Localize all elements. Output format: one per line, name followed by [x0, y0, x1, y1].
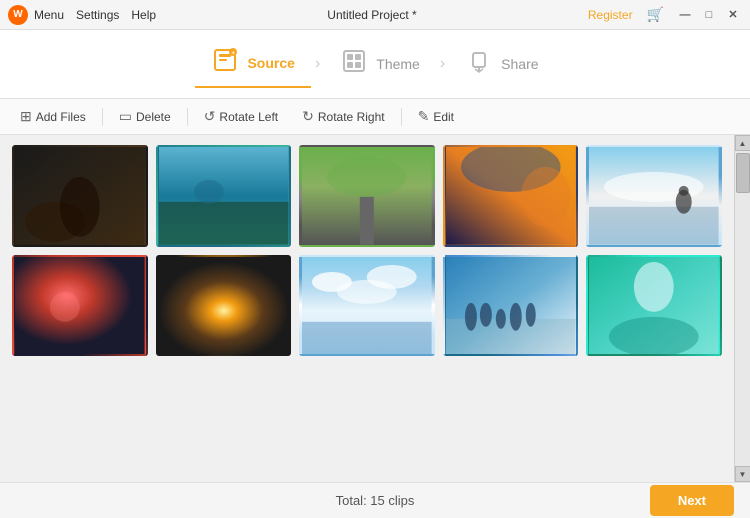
wizard-step-source[interactable]: + Source: [195, 40, 310, 88]
toolbar: ⊞ Add Files ▭ Delete ↺ Rotate Left ↻ Rot…: [0, 99, 750, 135]
edit-label: Edit: [433, 110, 454, 124]
menu-item-help[interactable]: Help: [131, 8, 156, 22]
scrollbar-track: ▲ ▼: [734, 135, 750, 482]
svg-text:+: +: [232, 51, 236, 57]
photo-thumb-6[interactable]: [12, 255, 148, 357]
register-link[interactable]: Register: [588, 8, 633, 22]
source-step-icon: +: [211, 46, 239, 80]
add-files-icon: ⊞: [20, 108, 32, 125]
toolbar-sep-3: [401, 108, 402, 126]
add-files-label: Add Files: [36, 110, 86, 124]
rotate-right-button[interactable]: ↻ Rotate Right: [292, 105, 394, 128]
menu-item-settings[interactable]: Settings: [76, 8, 119, 22]
next-button[interactable]: Next: [650, 485, 734, 516]
scrollbar-thumb[interactable]: [736, 153, 750, 193]
close-button[interactable]: ✕: [724, 9, 742, 21]
toolbar-sep-2: [187, 108, 188, 126]
photo-thumb-2[interactable]: [156, 145, 292, 247]
edit-button[interactable]: ✎ Edit: [408, 105, 464, 128]
window-title: Untitled Project *: [156, 8, 588, 22]
toolbar-sep-1: [102, 108, 103, 126]
photo-thumb-7[interactable]: [156, 255, 292, 357]
delete-icon: ▭: [119, 108, 132, 125]
scrollbar-up-button[interactable]: ▲: [735, 135, 750, 151]
delete-label: Delete: [136, 110, 171, 124]
maximize-button[interactable]: □: [700, 9, 718, 21]
wizard-step-share[interactable]: Share: [449, 41, 554, 87]
theme-step-icon: [340, 47, 368, 81]
add-files-button[interactable]: ⊞ Add Files: [10, 105, 96, 128]
menu-item-menu[interactable]: Menu: [34, 8, 64, 22]
photo-grid-area[interactable]: [0, 135, 734, 482]
theme-step-label: Theme: [376, 56, 420, 72]
rotate-right-icon: ↻: [302, 108, 314, 125]
app-logo: W: [8, 5, 28, 25]
photo-thumb-4[interactable]: [443, 145, 579, 247]
wizard-step-theme[interactable]: Theme: [324, 41, 436, 87]
wizard-nav: + Source › Theme › Share: [0, 30, 750, 99]
wizard-sep-1: ›: [311, 55, 324, 73]
photo-thumb-5[interactable]: [586, 145, 722, 247]
delete-button[interactable]: ▭ Delete: [109, 105, 181, 128]
share-step-icon: [465, 47, 493, 81]
photo-thumb-8[interactable]: [299, 255, 435, 357]
main-content: ▲ ▼: [0, 135, 750, 482]
rotate-left-icon: ↺: [204, 108, 216, 125]
share-step-label: Share: [501, 56, 538, 72]
wizard-sep-2: ›: [436, 55, 449, 73]
scrollbar-down-button[interactable]: ▼: [735, 466, 750, 482]
edit-icon: ✎: [418, 108, 430, 125]
photo-grid: [12, 145, 722, 356]
rotate-right-label: Rotate Right: [318, 110, 385, 124]
photo-thumb-1[interactable]: [12, 145, 148, 247]
footer: Total: 15 clips Next: [0, 482, 750, 518]
source-step-label: Source: [247, 55, 294, 71]
photo-thumb-10[interactable]: [586, 255, 722, 357]
rotate-left-label: Rotate Left: [219, 110, 278, 124]
photo-thumb-3[interactable]: [299, 145, 435, 247]
rotate-left-button[interactable]: ↺ Rotate Left: [194, 105, 288, 128]
cart-icon[interactable]: 🛒: [647, 6, 664, 23]
minimize-button[interactable]: —: [676, 9, 694, 21]
menu-bar: Menu Settings Help: [34, 8, 156, 22]
photo-thumb-9[interactable]: [443, 255, 579, 357]
total-clips-label: Total: 15 clips: [336, 493, 415, 508]
title-bar: W Menu Settings Help Untitled Project * …: [0, 0, 750, 30]
window-controls: Register 🛒 — □ ✕: [588, 6, 742, 23]
